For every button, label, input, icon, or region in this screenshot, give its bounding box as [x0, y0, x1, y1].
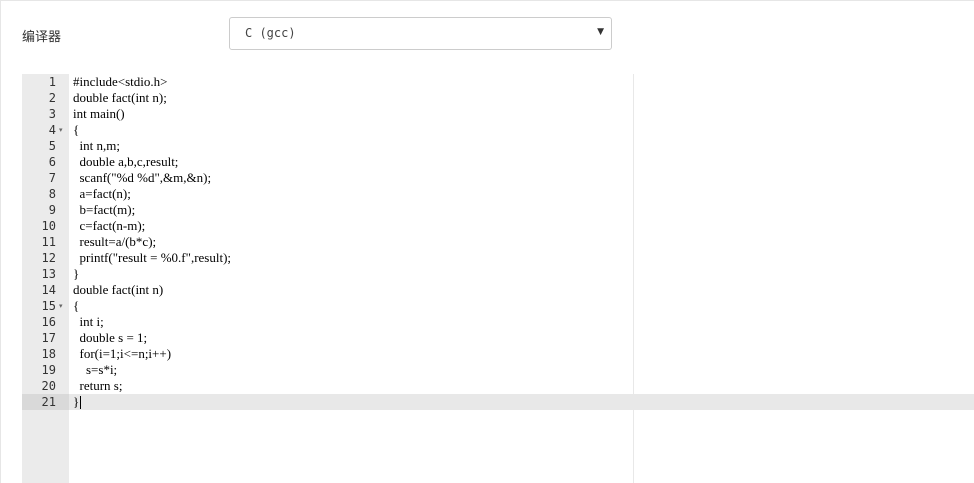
code-text: a=fact(n);	[73, 186, 131, 201]
line-number: 3	[48, 107, 56, 121]
fold-toggle-icon[interactable]: ▾	[59, 122, 63, 138]
code-text: }	[73, 266, 80, 281]
line-number: 13	[41, 267, 56, 281]
code-text: c=fact(n-m);	[73, 218, 146, 233]
code-line[interactable]: 16 int i;	[22, 314, 974, 330]
code-text: return s;	[73, 378, 123, 393]
line-number: 5	[48, 139, 56, 153]
code-line[interactable]: 9 b=fact(m);	[22, 202, 974, 218]
line-number: 8	[48, 187, 56, 201]
code-line[interactable]: 21}	[22, 394, 974, 410]
compiler-select[interactable]: C (gcc) ▼	[229, 17, 612, 50]
code-line[interactable]: 13}	[22, 266, 974, 282]
code-text: s=s*i;	[73, 362, 118, 377]
line-number: 20	[41, 379, 56, 393]
line-number: 14	[41, 283, 56, 297]
line-number: 17	[41, 331, 56, 345]
code-line[interactable]: 4 ▾ {	[22, 122, 974, 138]
line-number: 2	[48, 91, 56, 105]
chevron-down-icon: ▼	[597, 27, 604, 37]
code-text: double a,b,c,result;	[73, 154, 179, 169]
code-line[interactable]: 3 int main()	[22, 106, 974, 122]
line-number: 12	[41, 251, 56, 265]
code-text: int main()	[73, 106, 125, 121]
line-number: 6	[48, 155, 56, 169]
code-text: double fact(int n);	[73, 90, 167, 105]
code-text: int i;	[73, 314, 104, 329]
compiler-selected-value: C (gcc)	[245, 26, 296, 40]
code-text: int n,m;	[73, 138, 120, 153]
code-line[interactable]: 1 #include<stdio.h>	[22, 74, 974, 90]
code-text: scanf("%d %d",&m,&n);	[73, 170, 212, 185]
top-divider	[0, 0, 974, 1]
line-number: 21	[41, 395, 56, 409]
code-line[interactable]: 5 int n,m;	[22, 138, 974, 154]
code-text: printf("result = %0.f",result);	[73, 250, 232, 265]
text-cursor	[80, 396, 81, 409]
code-text: double s = 1;	[73, 330, 148, 345]
code-line[interactable]: 14 double fact(int n)	[22, 282, 974, 298]
line-number: 7	[48, 171, 56, 185]
code-text: }	[73, 394, 80, 409]
code-text: double fact(int n)	[73, 282, 164, 297]
code-lines: 1 #include<stdio.h> 2 double fact(int n); 3 i…	[22, 74, 974, 410]
fold-toggle-icon[interactable]: ▾	[59, 298, 63, 314]
code-text: b=fact(m);	[73, 202, 136, 217]
code-text: {	[73, 122, 80, 137]
compiler-label: 编译器	[22, 30, 62, 45]
line-number: 1	[48, 75, 56, 89]
line-number: 10	[41, 219, 56, 233]
line-number: 15	[41, 299, 56, 313]
code-text: for(i=1;i<=n;i++)	[73, 346, 172, 361]
code-text: {	[73, 298, 80, 313]
code-line[interactable]: 2 double fact(int n);	[22, 90, 974, 106]
code-line[interactable]: 15 ▾ {	[22, 298, 974, 314]
line-number: 9	[48, 203, 56, 217]
code-line[interactable]: 20 return s;	[22, 378, 974, 394]
line-number: 18	[41, 347, 56, 361]
code-line[interactable]: 11 result=a/(b*c);	[22, 234, 974, 250]
code-editor[interactable]: 1 #include<stdio.h> 2 double fact(int n); 3 i…	[22, 74, 974, 483]
code-line[interactable]: 10 c=fact(n-m);	[22, 218, 974, 234]
code-line[interactable]: 7 scanf("%d %d",&m,&n);	[22, 170, 974, 186]
line-number: 19	[41, 363, 56, 377]
line-number: 16	[41, 315, 56, 329]
code-line[interactable]: 19 s=s*i;	[22, 362, 974, 378]
code-line[interactable]: 17 double s = 1;	[22, 330, 974, 346]
left-divider	[0, 0, 1, 483]
code-line[interactable]: 6 double a,b,c,result;	[22, 154, 974, 170]
line-number: 11	[41, 235, 56, 249]
code-text: #include<stdio.h>	[73, 74, 168, 89]
code-line[interactable]: 18 for(i=1;i<=n;i++)	[22, 346, 974, 362]
code-line[interactable]: 8 a=fact(n);	[22, 186, 974, 202]
line-number: 4	[48, 123, 56, 137]
code-line[interactable]: 12 printf("result = %0.f",result);	[22, 250, 974, 266]
code-text: result=a/(b*c);	[73, 234, 157, 249]
